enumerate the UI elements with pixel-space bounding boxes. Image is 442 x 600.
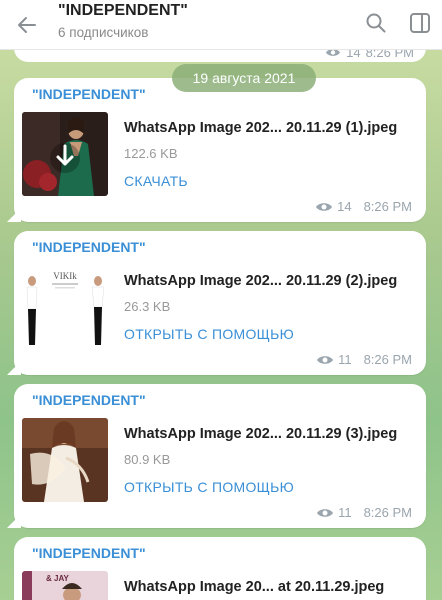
chat-header: "INDEPENDENT" 6 подписчиков: [0, 0, 442, 50]
eye-icon: [316, 202, 333, 211]
thumbnail-image: [22, 418, 108, 502]
file-size: 26.3 KB: [124, 299, 171, 314]
file-name[interactable]: WhatsApp Image 20... at 20.11.29.jpeg: [124, 579, 384, 595]
bubble-tail: [7, 361, 21, 375]
search-button[interactable]: [362, 9, 390, 37]
thumbnail-image: VIKIk: [22, 265, 108, 349]
eye-icon: [317, 355, 334, 364]
side-panel-button[interactable]: [406, 9, 434, 37]
message-bubble: "INDEPENDENT" WhatsApp Image 202... 20.1…: [7, 78, 426, 222]
sender-name[interactable]: "INDEPENDENT": [32, 545, 146, 561]
back-button[interactable]: [12, 10, 42, 40]
message-bubble: "INDEPENDENT" & JAY WhatsApp Image 20...…: [14, 537, 426, 600]
subscriber-count: 6 подписчиков: [58, 25, 149, 40]
message-time: 8:26 PM: [363, 352, 412, 367]
file-name[interactable]: WhatsApp Image 202... 20.11.29 (2).jpeg: [124, 273, 397, 289]
download-icon: [56, 144, 74, 166]
open-with-button[interactable]: ОТКРЫТЬ С ПОМОЩЬЮ: [124, 479, 294, 495]
bubble-tail: [7, 514, 21, 528]
message-time: 8:26 PM: [363, 505, 412, 520]
sender-name[interactable]: "INDEPENDENT": [32, 392, 146, 408]
view-count: 11: [338, 352, 352, 367]
open-with-button[interactable]: ОТКРЫТЬ С ПОМОЩЬЮ: [124, 326, 294, 342]
image-thumbnail[interactable]: [22, 418, 108, 502]
search-icon: [366, 13, 386, 33]
bubble-tail: [7, 208, 21, 222]
file-size: 80.9 KB: [124, 452, 171, 467]
thumbnail-caption: VIKIk: [53, 271, 77, 281]
side-panel-icon: [410, 13, 430, 33]
eye-icon: [317, 508, 334, 517]
message-meta: 11 8:26 PM: [316, 505, 412, 520]
file-size: 122.6 KB: [124, 146, 178, 161]
view-count: 11: [338, 505, 352, 520]
image-thumbnail[interactable]: [22, 112, 108, 196]
message-meta: 14 8:26 PM: [315, 199, 412, 214]
channel-title[interactable]: "INDEPENDENT": [58, 2, 188, 20]
file-name[interactable]: WhatsApp Image 202... 20.11.29 (3).jpeg: [124, 426, 397, 442]
message-bubble: "INDEPENDENT" WhatsApp Image 202... 20.1…: [7, 384, 426, 528]
file-name[interactable]: WhatsApp Image 202... 20.11.29 (1).jpeg: [124, 120, 397, 136]
message-meta: 11 8:26 PM: [316, 352, 412, 367]
view-count: 14: [337, 199, 352, 214]
date-separator: 19 августа 2021: [172, 64, 316, 92]
thumbnail-caption: & JAY: [46, 574, 69, 583]
sender-name[interactable]: "INDEPENDENT": [32, 86, 146, 102]
arrow-left-icon: [18, 17, 36, 33]
download-button[interactable]: СКАЧАТЬ: [124, 173, 188, 189]
image-thumbnail[interactable]: & JAY: [22, 571, 108, 600]
image-thumbnail[interactable]: VIKIk: [22, 265, 108, 349]
sender-name[interactable]: "INDEPENDENT": [32, 239, 146, 255]
thumbnail-image: & JAY: [22, 571, 108, 600]
message-time: 8:26 PM: [363, 199, 412, 214]
message-bubble: "INDEPENDENT" VIKIk WhatsApp Image 202..…: [7, 231, 426, 375]
